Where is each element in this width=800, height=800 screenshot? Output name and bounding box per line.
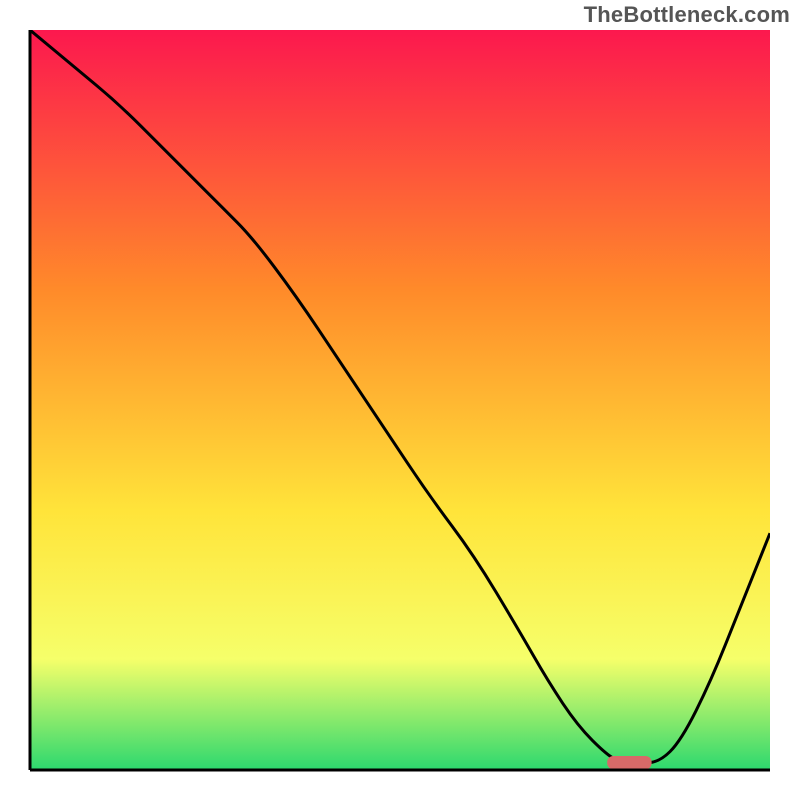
watermark-text: TheBottleneck.com [584,2,790,28]
chart-container: TheBottleneck.com [0,0,800,800]
gradient-background [30,30,770,770]
optimum-marker [607,756,651,769]
bottleneck-plot [0,0,800,800]
